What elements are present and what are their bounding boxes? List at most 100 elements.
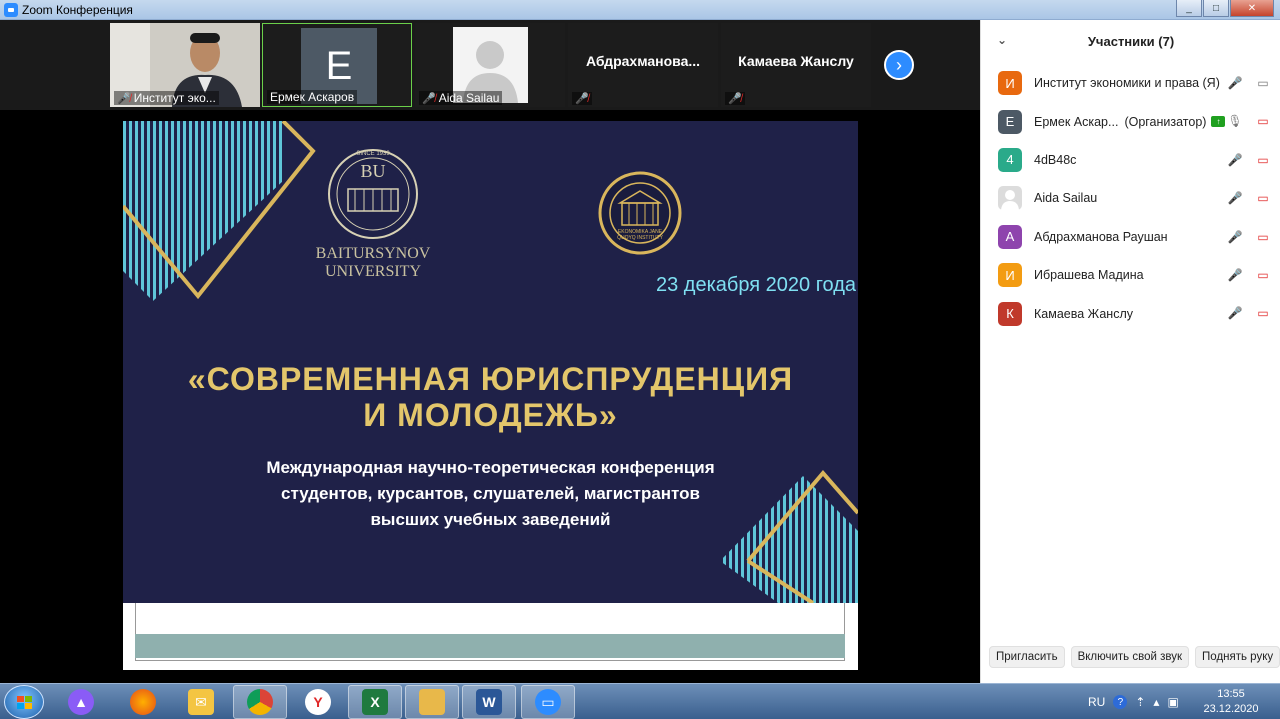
video-off-icon[interactable]: ▭	[1255, 267, 1271, 283]
video-tile-label: Институт эко...	[133, 91, 216, 105]
video-tile-5[interactable]: Камаева Жанслу 🎤̸	[721, 23, 871, 107]
participants-panel: ⌄ Участники (7) И Институт экономики и п…	[980, 20, 1280, 683]
participant-name: Институт экономики и права (Я)	[1034, 76, 1220, 91]
participant-status: 🎤 ▭	[1227, 267, 1271, 283]
mail-app-button[interactable]: ✉	[174, 685, 228, 719]
system-tray: RU ? ⇡ ▴ ▣	[1088, 684, 1179, 719]
video-off-icon[interactable]: ▭	[1255, 305, 1271, 321]
participant-row[interactable]: 4 4dB48c 🎤 ▭	[981, 141, 1280, 179]
participant-row[interactable]: E Ермек Аскар... (Организатор) ↑ 🎙 ▭	[981, 102, 1280, 140]
participant-row[interactable]: Aida Sailau 🎤 ▭	[981, 179, 1280, 217]
video-off-icon[interactable]: ▭	[1255, 152, 1271, 168]
participants-actions: Пригласить Включить свой звук Поднять ру…	[981, 646, 1280, 670]
mic-muted-icon[interactable]: 🎤	[1227, 305, 1243, 321]
conference-date: 23 декабря 2020 года	[656, 274, 857, 296]
window-controls: _ □ ✕	[1176, 0, 1274, 17]
video-tile-label: Камаева Жанслу	[738, 53, 854, 69]
video-tile-2[interactable]: E Ермек Аскаров	[262, 23, 412, 107]
chrome-icon	[247, 689, 273, 715]
tray-expand-icon[interactable]: ▴	[1153, 695, 1159, 709]
alice-icon: ▲	[68, 689, 94, 715]
mic-icon[interactable]: 🎙	[1227, 113, 1243, 129]
participant-status: 🎙 ▭	[1227, 113, 1271, 129]
participant-name: 4dB48c	[1034, 152, 1077, 167]
participants-title: Участники (7)	[1087, 33, 1175, 49]
invite-button[interactable]: Пригласить	[989, 646, 1065, 668]
alice-app-button[interactable]: ▲	[54, 685, 108, 719]
bu-monogram: BU	[360, 161, 386, 181]
screen-share-icon: ↑	[1211, 116, 1226, 128]
window-title: Zoom Конференция	[22, 2, 133, 17]
avatar	[998, 186, 1022, 211]
video-off-icon[interactable]: ▭	[1255, 190, 1271, 206]
institute-emblem-text: EKONOMIKA JANE QUQYQ INSTITUTY	[617, 229, 663, 241]
mic-muted-icon[interactable]: 🎤	[1227, 190, 1243, 206]
video-off-icon[interactable]: ▭	[1255, 113, 1271, 129]
mic-muted-icon: 🎤̸	[575, 93, 589, 105]
participant-row[interactable]: К Камаева Жанслу 🎤 ▭	[981, 294, 1280, 332]
video-tile-label: Абдрахманова...	[585, 53, 701, 69]
mic-muted-icon[interactable]: 🎤	[1227, 75, 1243, 91]
window-titlebar-right: _ □ ✕	[980, 0, 1280, 20]
help-icon[interactable]: ?	[1113, 695, 1128, 709]
mic-muted-icon[interactable]: 🎤	[1227, 267, 1243, 283]
video-off-icon[interactable]: ▭	[1255, 229, 1271, 245]
word-button[interactable]: W	[462, 685, 516, 719]
participants-header: ⌄ Участники (7)	[981, 20, 1280, 62]
video-tile-name: 🎤̸ Институт эко...	[114, 91, 219, 105]
participant-row[interactable]: А Абдрахманова Раушан 🎤 ▭	[981, 218, 1280, 256]
subtitle-line3: высших учебных заведений	[370, 510, 611, 529]
network-icon[interactable]: ⇡	[1135, 695, 1145, 709]
minimize-button[interactable]: _	[1176, 0, 1202, 17]
window-titlebar: Zoom Конференция	[0, 0, 980, 20]
video-tile-3[interactable]: 🎤̸ Aida Sailau	[415, 23, 565, 107]
close-button[interactable]: ✕	[1230, 0, 1274, 17]
conference-title-line2: И МОЛОДЕЖЬ»	[363, 397, 618, 433]
maximize-button[interactable]: □	[1203, 0, 1229, 17]
next-page-button[interactable]: ›	[884, 50, 914, 80]
participant-status: 🎤 ▭	[1227, 190, 1271, 206]
video-tile-1[interactable]: 🎤̸ Институт эко...	[110, 23, 260, 107]
word-icon: W	[476, 689, 502, 715]
participant-role: (Организатор)	[1124, 114, 1207, 129]
video-tile-name: 🎤̸	[725, 92, 745, 105]
excel-icon: X	[362, 689, 388, 715]
participant-status: 🎤 ▭	[1227, 229, 1271, 245]
firefox-icon	[130, 689, 156, 715]
folder-icon	[419, 689, 445, 715]
language-indicator[interactable]: RU	[1088, 695, 1105, 709]
participant-status: 🎤 ▭	[1227, 305, 1271, 321]
video-camera-icon[interactable]: ▭	[1255, 75, 1271, 91]
file-explorer-button[interactable]	[405, 685, 459, 719]
zoom-button[interactable]: ▭	[521, 685, 575, 719]
video-tile-name: 🎤̸ Aida Sailau	[419, 91, 503, 105]
participant-status: 🎤 ▭	[1227, 152, 1271, 168]
participant-status: 🎤 ▭	[1227, 75, 1271, 91]
chevron-down-icon[interactable]: ⌄	[997, 33, 1007, 47]
avatar: К	[998, 301, 1022, 326]
start-button[interactable]	[4, 685, 44, 719]
participant-name: Абдрахманова Раушан	[1034, 229, 1168, 244]
video-tile-label: Ермек Аскаров	[270, 90, 355, 104]
clock[interactable]: 13:55 23.12.2020	[1200, 687, 1262, 717]
unmute-button[interactable]: Включить свой звук	[1070, 646, 1190, 668]
mic-muted-icon: 🎤̸	[117, 92, 131, 105]
video-tile-4[interactable]: Абдрахманова... 🎤̸	[568, 23, 718, 107]
excel-button[interactable]: X	[348, 685, 402, 719]
mic-muted-icon: 🎤̸	[728, 93, 742, 105]
bu-since-label: SINCE 1939	[356, 151, 390, 157]
monitor-icon[interactable]: ▣	[1167, 695, 1178, 709]
video-tile-name: Ермек Аскаров	[267, 90, 358, 104]
mic-muted-icon[interactable]: 🎤	[1227, 229, 1243, 245]
participants-list: И Институт экономики и права (Я) 🎤 ▭ E Е…	[981, 64, 1280, 333]
firefox-button[interactable]	[116, 685, 170, 719]
participant-row[interactable]: И Ибрашева Мадина 🎤 ▭	[981, 256, 1280, 294]
yandex-browser-button[interactable]: Y	[291, 685, 345, 719]
raise-hand-button[interactable]: Поднять руку	[1195, 646, 1280, 668]
presentation-slide: SINCE 1939 BU EKONOMIKA JANE QUQYQ INSTI…	[123, 121, 858, 603]
chrome-button[interactable]	[233, 685, 287, 719]
participant-row[interactable]: И Институт экономики и права (Я) 🎤 ▭	[981, 64, 1280, 102]
mic-muted-icon[interactable]: 🎤	[1227, 152, 1243, 168]
participant-name: Ибрашева Мадина	[1034, 268, 1144, 283]
mic-muted-icon: 🎤̸	[422, 92, 436, 105]
